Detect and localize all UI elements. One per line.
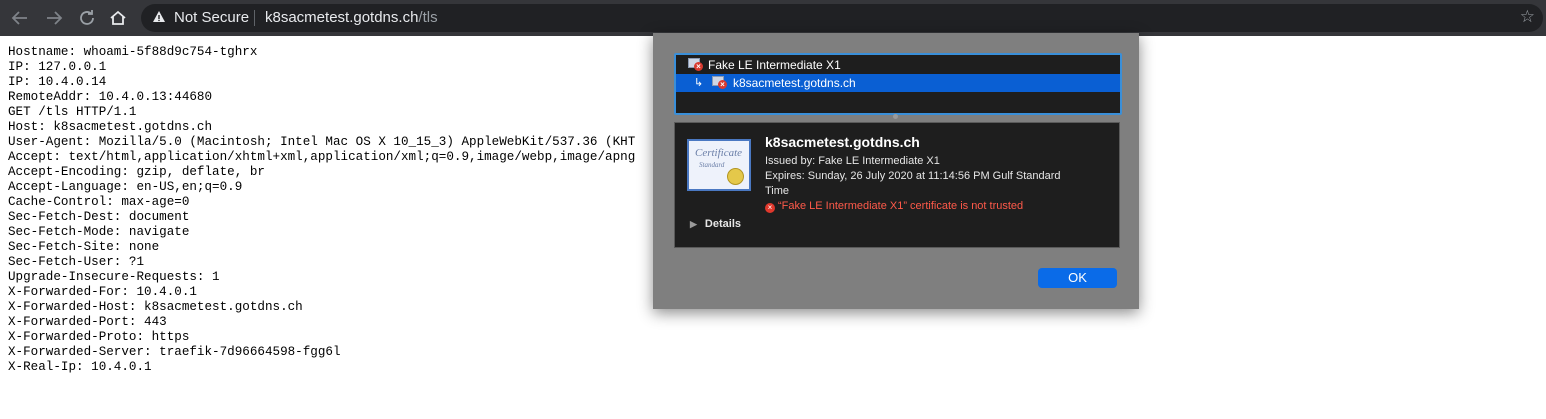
address-bar[interactable]: Not Secure k8sacmetest.gotdns.ch/tls ☆ bbox=[141, 4, 1543, 32]
response-line: Host: k8sacmetest.gotdns.ch bbox=[8, 120, 213, 134]
issued-by-text: Issued by: Fake LE Intermediate X1 bbox=[765, 155, 940, 167]
response-line: IP: 10.4.0.14 bbox=[8, 75, 107, 89]
response-line: Upgrade-Insecure-Requests: 1 bbox=[8, 270, 220, 284]
response-line: Sec-Fetch-User: ?1 bbox=[8, 255, 145, 269]
forward-arrow-icon[interactable] bbox=[42, 6, 66, 30]
certificate-error-icon: × bbox=[688, 58, 703, 71]
response-line: X-Forwarded-Proto: https bbox=[8, 330, 190, 344]
trust-error: × “Fake LE Intermediate X1” certificate i… bbox=[765, 199, 1023, 214]
trust-error-text: “Fake LE Intermediate X1” certificate is… bbox=[778, 200, 1024, 212]
response-line: Cache-Control: max-age=0 bbox=[8, 195, 190, 209]
browser-toolbar: Not Secure k8sacmetest.gotdns.ch/tls ☆ bbox=[0, 0, 1546, 36]
response-line: X-Forwarded-Host: k8sacmetest.gotdns.ch bbox=[8, 300, 303, 314]
certificate-icon: Certificate Standard bbox=[687, 139, 751, 191]
certificate-dialog: × Fake LE Intermediate X1 ↳ × k8sacmetes… bbox=[653, 33, 1139, 309]
response-line: X-Forwarded-For: 10.4.0.1 bbox=[8, 285, 197, 299]
certificate-error-icon: × bbox=[712, 76, 727, 89]
chain-item-intermediate[interactable]: × Fake LE Intermediate X1 bbox=[676, 56, 1120, 74]
response-line: Sec-Fetch-Mode: navigate bbox=[8, 225, 190, 239]
url-host: k8sacmetest.gotdns.ch bbox=[265, 9, 419, 26]
certificate-seal-icon bbox=[727, 168, 744, 185]
response-line: X-Real-Ip: 10.4.0.1 bbox=[8, 360, 152, 374]
response-line: Sec-Fetch-Dest: document bbox=[8, 210, 190, 224]
back-arrow-icon[interactable] bbox=[8, 6, 32, 30]
reload-icon[interactable] bbox=[75, 6, 99, 30]
chain-item-leaf[interactable]: ↳ × k8sacmetest.gotdns.ch bbox=[676, 74, 1120, 92]
warning-triangle-icon[interactable] bbox=[152, 10, 166, 29]
certificate-title: k8sacmetest.gotdns.ch bbox=[765, 134, 920, 150]
ok-button[interactable]: OK bbox=[1038, 268, 1117, 288]
response-line: Sec-Fetch-Site: none bbox=[8, 240, 160, 254]
disclosure-triangle-icon[interactable]: ▶ bbox=[690, 219, 697, 229]
response-line: RemoteAddr: 10.4.0.13:44680 bbox=[8, 90, 213, 104]
error-x-icon: × bbox=[765, 203, 775, 213]
details-disclosure[interactable]: ▶ Details bbox=[690, 218, 741, 230]
url-text[interactable]: k8sacmetest.gotdns.ch/tls bbox=[265, 9, 438, 26]
response-line: X-Forwarded-Port: 443 bbox=[8, 315, 167, 329]
details-label: Details bbox=[704, 218, 741, 230]
home-icon[interactable] bbox=[106, 6, 130, 30]
security-label[interactable]: Not Secure bbox=[174, 9, 249, 26]
response-line: Accept: text/html,application/xhtml+xml,… bbox=[8, 150, 636, 164]
chain-item-label: Fake LE Intermediate X1 bbox=[708, 58, 841, 72]
certificate-details-panel: Certificate Standard k8sacmetest.gotdns.… bbox=[674, 122, 1120, 248]
chain-arrow-icon: ↳ bbox=[694, 77, 704, 89]
response-line: IP: 127.0.0.1 bbox=[8, 60, 107, 74]
chain-item-label: k8sacmetest.gotdns.ch bbox=[733, 76, 856, 90]
expires-text: Expires: Sunday, 26 July 2020 at 11:14:5… bbox=[765, 170, 1061, 197]
response-line: X-Forwarded-Server: traefik-7d96664598-f… bbox=[8, 345, 341, 359]
split-handle[interactable] bbox=[893, 114, 898, 119]
certificate-chain-list[interactable]: × Fake LE Intermediate X1 ↳ × k8sacmetes… bbox=[674, 53, 1122, 115]
url-path: /tls bbox=[418, 9, 438, 26]
response-line: Accept-Encoding: gzip, deflate, br bbox=[8, 165, 265, 179]
page-content: Hostname: whoami-5f88d9c754-tghrx IP: 127… bbox=[8, 45, 635, 375]
star-icon[interactable]: ☆ bbox=[1520, 7, 1535, 27]
response-line: Hostname: whoami-5f88d9c754-tghrx bbox=[8, 45, 258, 59]
response-line: Accept-Language: en-US,en;q=0.9 bbox=[8, 180, 243, 194]
response-line: User-Agent: Mozilla/5.0 (Macintosh; Inte… bbox=[8, 135, 636, 149]
address-separator bbox=[254, 10, 255, 26]
response-line: GET /tls HTTP/1.1 bbox=[8, 105, 137, 119]
